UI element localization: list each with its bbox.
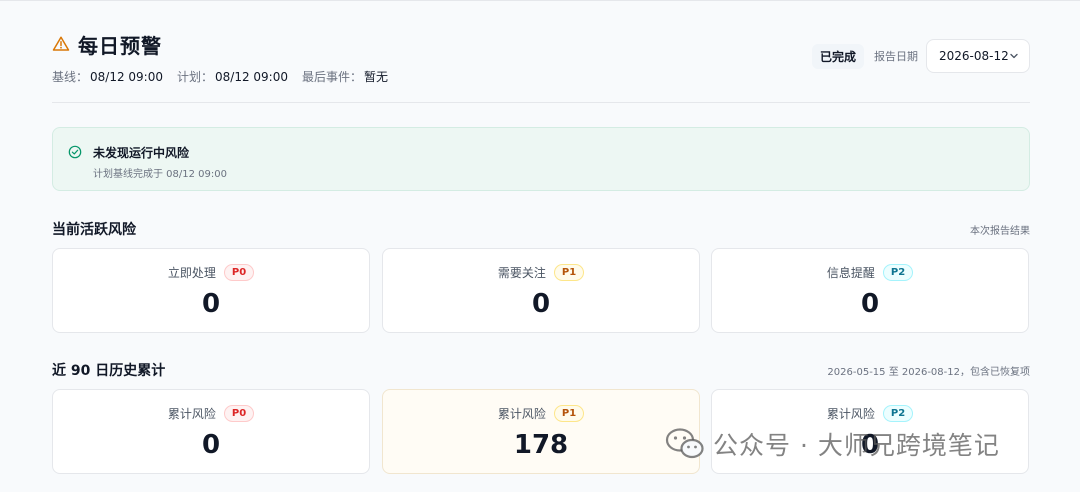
meta-last-event: 最后事件： 暂无 [302,70,389,84]
card-value: 178 [513,430,569,460]
report-date-value: 2026-08-12 [939,49,1009,63]
card-value: 0 [201,430,221,460]
page-title: 每日预警 [78,33,162,58]
priority-badge: P0 [223,264,255,281]
card-label: 累计风险 [167,407,216,421]
alert-title: 未发现运行中风险 [93,146,190,160]
wechat-icon [665,428,704,459]
status-badge: 已完成 [811,43,864,69]
section-note-current: 本次报告结果 [970,226,1030,237]
priority-badge: P0 [223,405,255,422]
card-value: 0 [201,289,221,319]
header-controls: 已完成 报告日期 2026-08-12 [811,39,1030,73]
report-date-label: 报告日期 [874,50,918,63]
card-value: 0 [860,289,880,319]
card-label: 累计风险 [497,407,546,421]
history-card-p1: 累计风险 P1 178 [382,389,700,474]
meta-row: 基线： 08/12 09:00 计划： 08/12 09:00 最后事件： 暂无 [52,68,402,85]
alert-subtitle: 计划基线完成于 08/12 09:00 [93,169,227,180]
history-card-p0: 累计风险 P0 0 [52,389,370,474]
priority-badge: P2 [882,405,914,422]
section-title-history: 近 90 日历史累计 [52,363,166,379]
watermark: 公众号 · 大师兄跨境笔记 [665,426,1000,462]
priority-badge: P1 [553,264,585,281]
status-alert: 未发现运行中风险 计划基线完成于 08/12 09:00 [52,127,1030,191]
section-title-current: 当前活跃风险 [52,222,136,238]
page-header: 每日预警 基线： 08/12 09:00 计划： 08/12 09:00 最后事件：… [52,30,1030,102]
watermark-text: 公众号 · 大师兄跨境笔记 [713,431,1000,460]
chevron-down-icon [1010,53,1018,59]
check-circle-icon [68,145,82,159]
meta-plan: 计划： 08/12 09:00 [177,70,288,84]
card-value: 0 [531,289,551,319]
risk-card-p2: 信息提醒 P2 0 [711,248,1029,333]
meta-baseline: 基线： 08/12 09:00 [52,70,163,84]
card-label: 累计风险 [826,407,875,421]
header-divider [52,102,1030,103]
warning-icon [52,36,70,51]
priority-badge: P2 [882,264,914,281]
priority-badge: P1 [553,405,585,422]
section-note-history: 2026-05-15 至 2026-08-12，包含已恢复项 [827,367,1030,378]
risk-card-p0: 立即处理 P0 0 [52,248,370,333]
card-label: 立即处理 [167,266,216,280]
card-label: 需要关注 [497,266,546,280]
top-border [0,0,1080,1]
risk-card-p1: 需要关注 P1 0 [382,248,700,333]
report-date-select[interactable]: 2026-08-12 [926,39,1030,73]
card-label: 信息提醒 [826,266,875,280]
